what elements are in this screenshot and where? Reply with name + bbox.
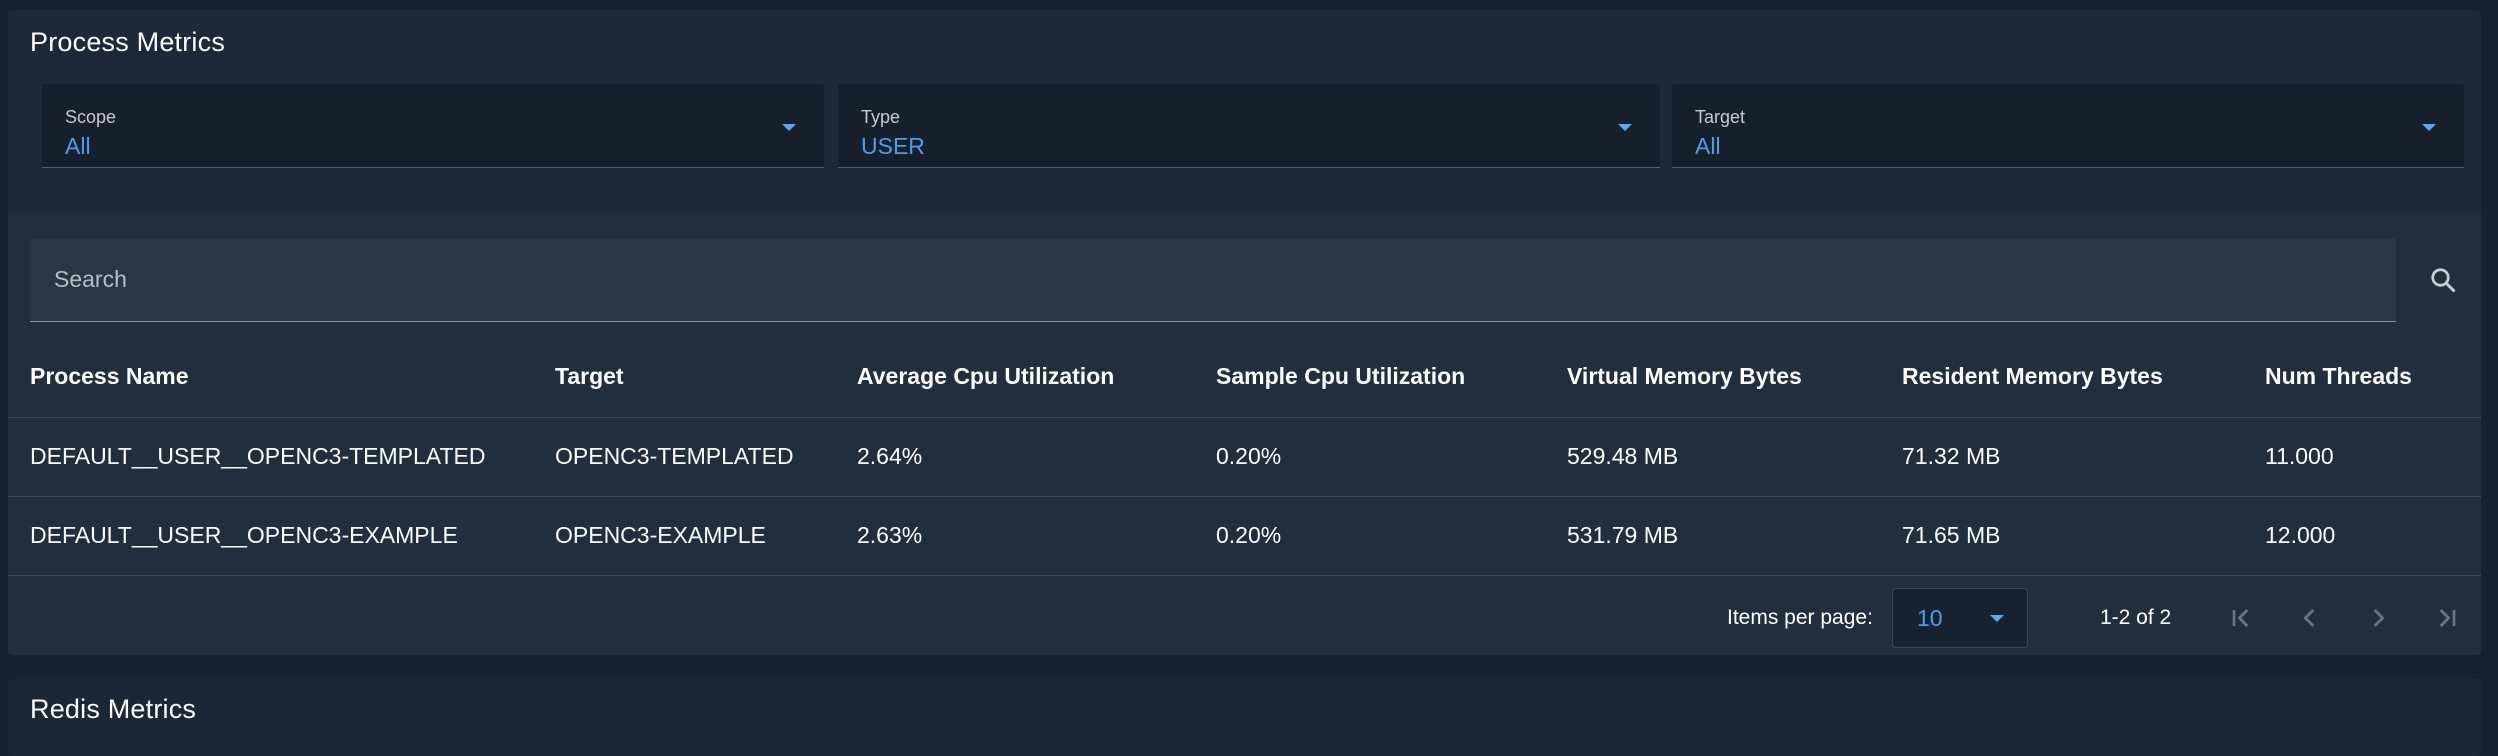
table-header-row: Process Name Target Average Cpu Utilizat…	[8, 337, 2481, 418]
search-input[interactable]	[30, 238, 2396, 321]
chevron-down-icon[interactable]	[1990, 615, 2004, 622]
table-row[interactable]: DEFAULT__USER__OPENC3-EXAMPLE OPENC3-EXA…	[8, 496, 2481, 576]
chevron-down-icon[interactable]	[2422, 124, 2436, 131]
cell-process-name: DEFAULT__USER__OPENC3-TEMPLATED	[8, 417, 533, 497]
scope-value: All	[65, 133, 91, 159]
cell-sample-cpu: 0.20%	[1194, 417, 1545, 497]
scope-select[interactable]: Scope All	[42, 84, 824, 168]
target-select[interactable]: Target All	[1672, 84, 2464, 168]
items-per-page-label: Items per page:	[1727, 606, 1873, 629]
column-header-resident-memory[interactable]: Resident Memory Bytes	[1880, 337, 2243, 418]
table-row[interactable]: DEFAULT__USER__OPENC3-TEMPLATED OPENC3-T…	[8, 417, 2481, 497]
cell-sample-cpu: 0.20%	[1194, 496, 1545, 576]
column-header-process-name[interactable]: Process Name	[8, 337, 533, 418]
cell-target: OPENC3-TEMPLATED	[533, 417, 835, 497]
column-header-sample-cpu[interactable]: Sample Cpu Utilization	[1194, 337, 1545, 418]
cell-average-cpu: 2.64%	[835, 417, 1194, 497]
page-range-text: 1-2 of 2	[2100, 606, 2172, 629]
first-page-icon[interactable]	[2226, 602, 2258, 634]
last-page-icon[interactable]	[2430, 602, 2462, 634]
type-label: Type	[861, 107, 901, 127]
pagination: Items per page: 10 1-2 of 2	[8, 588, 2481, 648]
cell-average-cpu: 2.63%	[835, 496, 1194, 576]
type-value: USER	[861, 133, 925, 159]
cell-virtual-memory: 529.48 MB	[1545, 417, 1880, 497]
process-table-area: Process Name Target Average Cpu Utilizat…	[8, 213, 2481, 655]
cell-target: OPENC3-EXAMPLE	[533, 496, 835, 576]
column-header-num-threads[interactable]: Num Threads	[2243, 337, 2481, 418]
items-per-page-value: 10	[1917, 605, 1943, 631]
chevron-down-icon[interactable]	[782, 124, 796, 131]
process-metrics-title: Process Metrics	[30, 27, 226, 57]
cell-process-name: DEFAULT__USER__OPENC3-EXAMPLE	[8, 496, 533, 576]
type-select[interactable]: Type USER	[838, 84, 1660, 168]
process-table: Process Name Target Average Cpu Utilizat…	[8, 337, 2481, 576]
redis-metrics-card: Redis Metrics	[8, 679, 2481, 756]
cell-resident-memory: 71.32 MB	[1880, 417, 2243, 497]
items-per-page-select[interactable]: 10	[1892, 588, 2028, 648]
previous-page-icon[interactable]	[2294, 602, 2326, 634]
scope-label: Scope	[65, 107, 117, 127]
cell-resident-memory: 71.65 MB	[1880, 496, 2243, 576]
process-metrics-card: Process Metrics Scope All Type USER Targ…	[8, 10, 2481, 655]
cell-num-threads: 12.000	[2243, 496, 2481, 576]
next-page-icon[interactable]	[2362, 602, 2394, 634]
chevron-down-icon[interactable]	[1618, 124, 1632, 131]
cell-virtual-memory: 531.79 MB	[1545, 496, 1880, 576]
column-header-average-cpu[interactable]: Average Cpu Utilization	[835, 337, 1194, 418]
cell-num-threads: 11.000	[2243, 417, 2481, 497]
search-icon[interactable]	[2428, 265, 2458, 295]
redis-metrics-title: Redis Metrics	[30, 694, 197, 724]
search-field[interactable]	[30, 238, 2396, 322]
target-label: Target	[1695, 107, 1746, 127]
column-header-virtual-memory[interactable]: Virtual Memory Bytes	[1545, 337, 1880, 418]
target-value: All	[1695, 133, 1721, 159]
column-header-target[interactable]: Target	[533, 337, 835, 418]
